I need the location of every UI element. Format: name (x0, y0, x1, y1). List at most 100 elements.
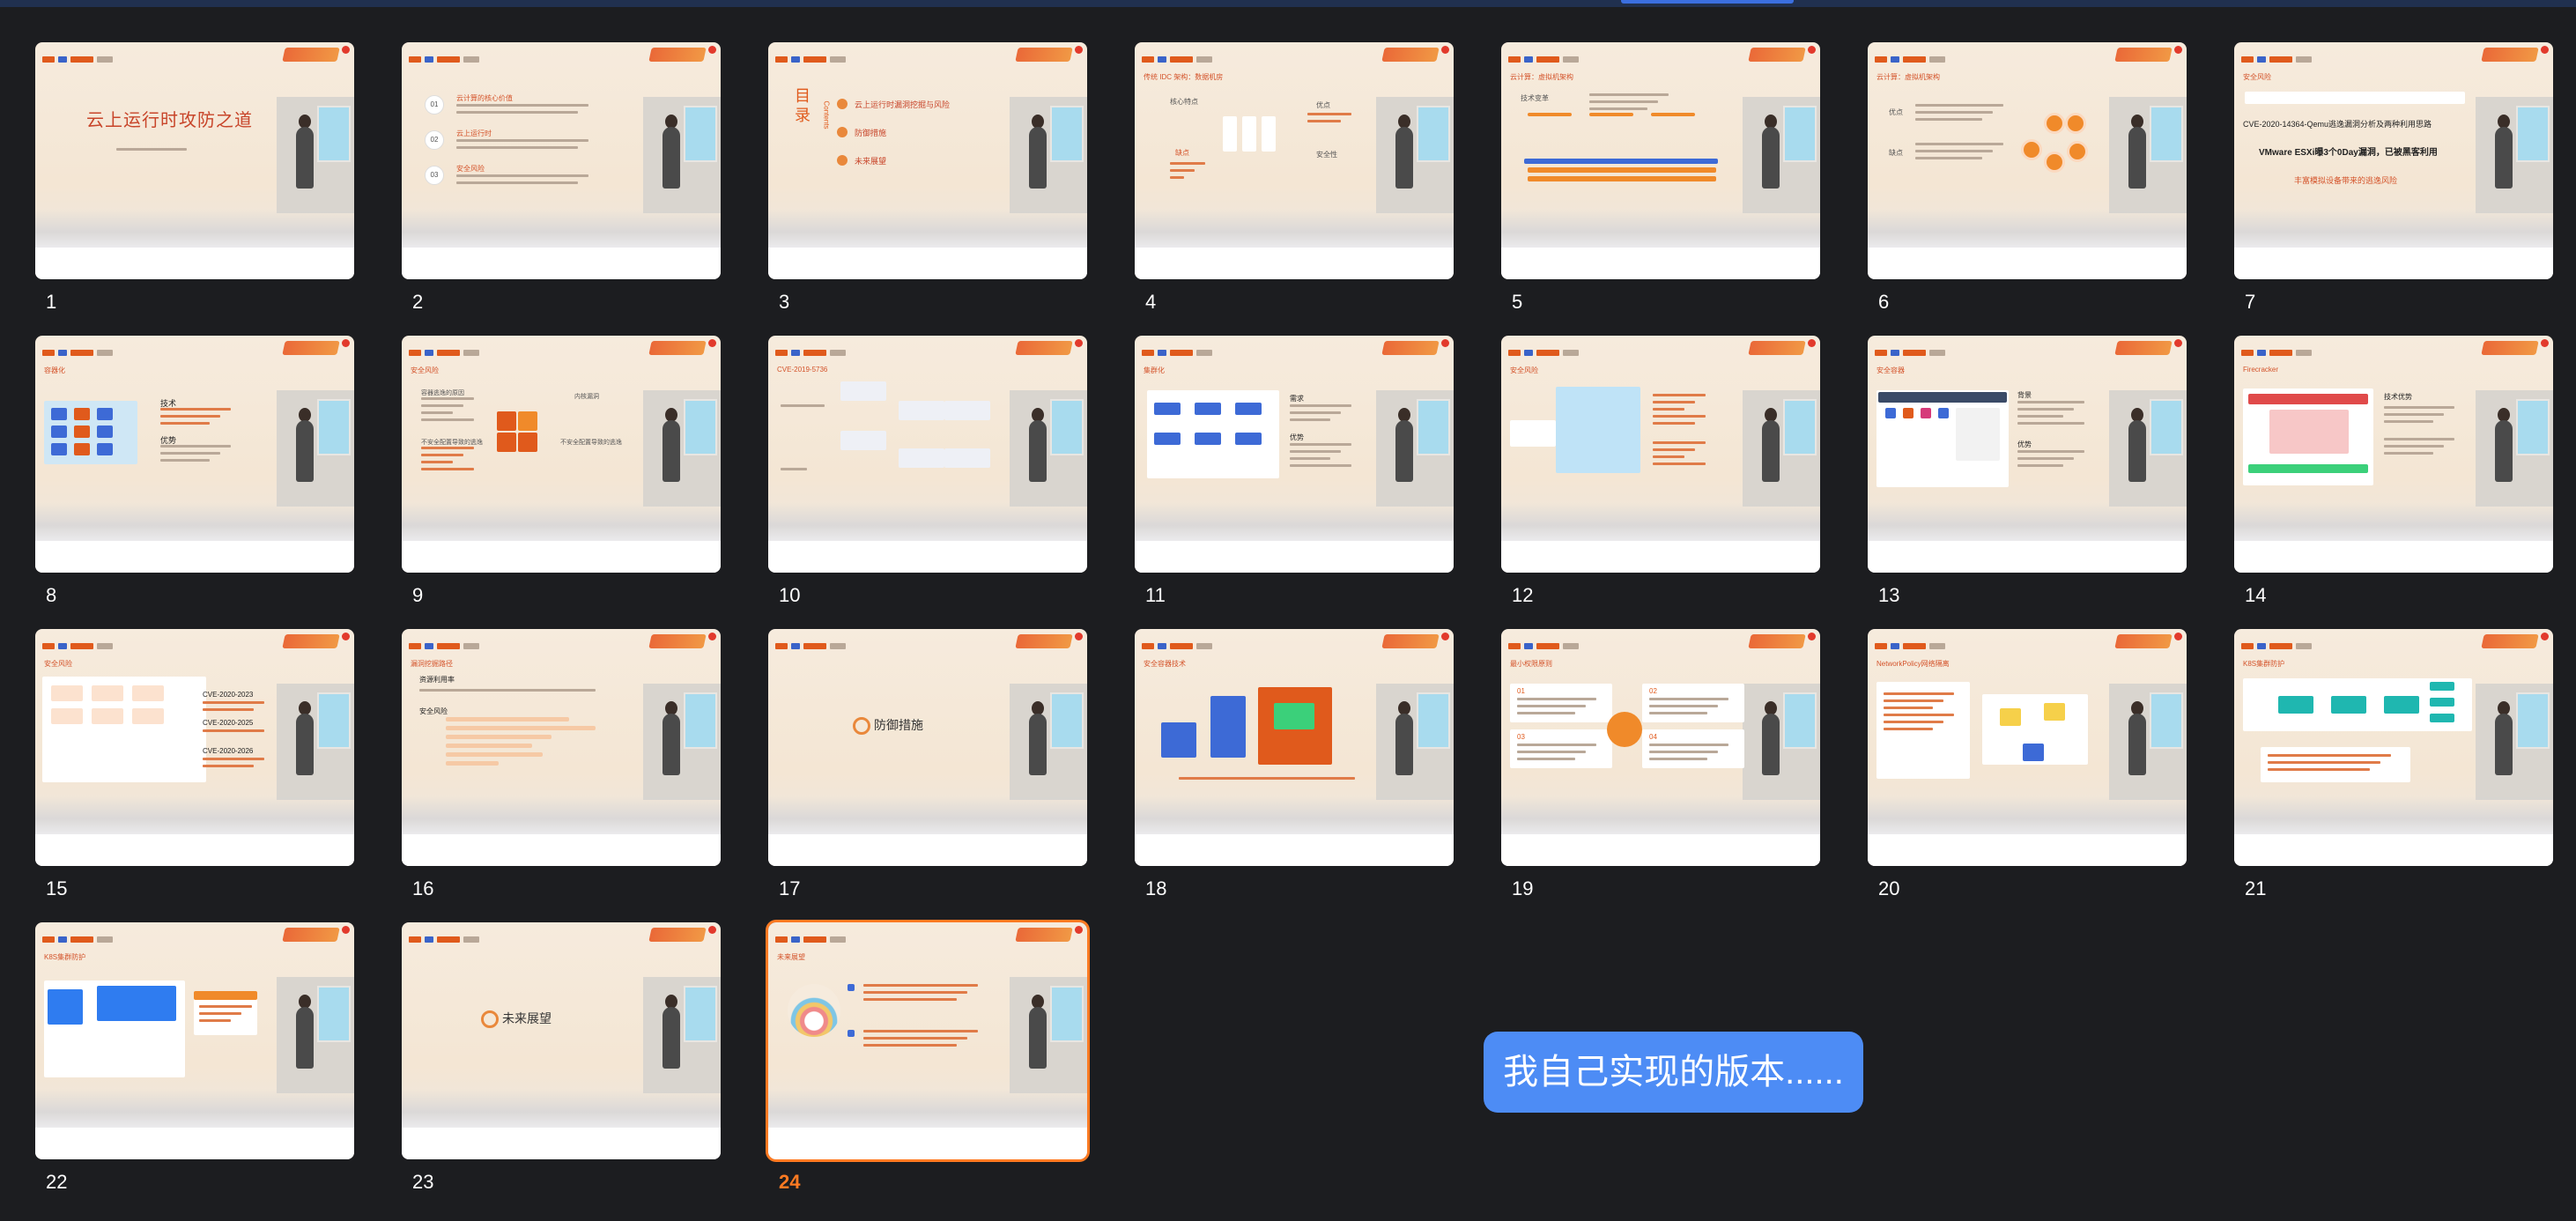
diagram-box (51, 408, 67, 420)
slide-thumbnail-15[interactable]: 安全风险 CVE-2020-2023 CVE-2020-2025 CVE-2020-2… (35, 629, 354, 866)
slide-thumbnail-21[interactable]: K8S集群防护 (2234, 629, 2553, 866)
slide-number[interactable]: 22 (46, 1171, 67, 1194)
slide-thumbnail-23[interactable]: 未来展望 (402, 922, 721, 1159)
slide-thumbnail-9[interactable]: 安全风险 容器逃逸的原因 不安全配置导致的逃逸 内核漏洞 不安全配置导致的逃逸 (402, 336, 721, 573)
slide-footer (768, 248, 1087, 279)
slide-number[interactable]: 17 (779, 877, 800, 900)
slide-thumbnail-18[interactable]: 安全容器技术 (1135, 629, 1454, 866)
slide-number[interactable]: 6 (1878, 291, 1889, 314)
slide-thumbnail-7[interactable]: 安全风险 CVE-2020-14364-Qemu逃逸漏洞分析及两种利用思路 VMwa… (2234, 42, 2553, 279)
slide-number[interactable]: 21 (2245, 877, 2266, 900)
slide-number[interactable]: 20 (1878, 877, 1899, 900)
slide-thumbnail-6[interactable]: 云计算：虚拟机架构 优点 缺点 (1868, 42, 2187, 279)
slide-thumbnail-12[interactable]: 安全风险 (1501, 336, 1820, 573)
brand-logo (648, 48, 707, 62)
text-line (1915, 143, 2003, 145)
slide-number[interactable]: 1 (46, 291, 56, 314)
window-frame (1417, 106, 1450, 162)
slide-footer (1135, 248, 1454, 279)
slide-thumbnail-24[interactable]: 未来展望 (768, 922, 1087, 1159)
slide-thumbnail-14[interactable]: Firecracker 技术优势 (2234, 336, 2553, 573)
speaker-figure (2128, 127, 2146, 189)
slide-thumbnail-1[interactable]: 云上运行时攻防之道 (35, 42, 354, 279)
gear-icon (2021, 139, 2042, 160)
slide-number[interactable]: 18 (1145, 877, 1166, 900)
slide-thumbnail-3[interactable]: 目录 Contents 云上运行时漏洞挖掘与风险 防御措施 未来展望 (768, 42, 1087, 279)
slide-number[interactable]: 23 (412, 1171, 433, 1194)
badge-dot (342, 46, 350, 54)
brand-logo (1015, 341, 1073, 355)
slide-number[interactable]: 16 (412, 877, 433, 900)
slide-number[interactable]: 13 (1878, 584, 1899, 607)
brand-logo (2481, 634, 2539, 648)
speaker-figure (663, 714, 680, 775)
slide-number[interactable]: 8 (46, 584, 56, 607)
slide-thumbnail-13[interactable]: 安全容器 背景 优势 (1868, 336, 2187, 573)
badge-dot (1808, 633, 1816, 640)
diagram-box (132, 708, 164, 724)
slide-thumbnail-4[interactable]: 传统 IDC 架构：数据机房 核心特点 优点 缺点 安全性 (1135, 42, 1454, 279)
slide-number[interactable]: 12 (1512, 584, 1533, 607)
text-line (1915, 118, 1982, 121)
slide-thumbnail-10[interactable]: CVE-2019-5736 (768, 336, 1087, 573)
slide-number[interactable]: 2 (412, 291, 423, 314)
slide-number[interactable]: 9 (412, 584, 423, 607)
slide-thumbnail-20[interactable]: NetworkPolicy网络隔离 (1868, 629, 2187, 866)
slide-thumbnail-19[interactable]: 最小权限原则 01 02 03 04 (1501, 629, 1820, 866)
slide-thumbnail-17[interactable]: 防御措施 (768, 629, 1087, 866)
text-line (1653, 408, 1684, 411)
text-line (421, 454, 463, 456)
slide-number[interactable]: 3 (779, 291, 789, 314)
diagram-box (944, 401, 990, 420)
diagram-box (48, 989, 83, 1025)
server-icon (1262, 116, 1276, 152)
badge-dot (708, 339, 716, 347)
chart-bar (446, 726, 596, 730)
diagram-box (840, 381, 886, 401)
label: 资源利用率 (419, 676, 455, 684)
speaker-figure (2495, 127, 2513, 189)
text-line (1290, 457, 1330, 460)
slide-thumbnail-8[interactable]: 容器化 技术 优势 (35, 336, 354, 573)
slide-number[interactable]: 15 (46, 877, 67, 900)
slide-number[interactable]: 11 (1145, 584, 1166, 607)
diagram-box (1235, 433, 1262, 445)
text-line (1915, 111, 1993, 114)
slide-thumbnail-22[interactable]: K8S集群防护 (35, 922, 354, 1159)
badge-dot (342, 926, 350, 934)
speaker-video (1010, 684, 1087, 800)
speaker-figure (1762, 420, 1780, 482)
text-line (1884, 692, 1954, 695)
slide-thumbnail-5[interactable]: 云计算：虚拟机架构 技术变革 (1501, 42, 1820, 279)
slide-number[interactable]: 19 (1512, 877, 1533, 900)
text-line (421, 411, 453, 414)
conference-logo (409, 931, 488, 943)
text-line (203, 708, 254, 711)
quadrant-box (518, 411, 537, 431)
brand-logo (1381, 341, 1440, 355)
badge-dot (1441, 339, 1449, 347)
card (1642, 729, 1744, 768)
window-frame (2516, 399, 2550, 455)
slide-number[interactable]: 4 (1145, 291, 1156, 314)
diagram-box (2384, 696, 2419, 714)
slide-title: 云计算：虚拟机架构 (1876, 73, 1940, 81)
bullet-icon (837, 155, 848, 166)
mountain-mist (402, 209, 721, 248)
slide-thumbnail-11[interactable]: 集群化 需求 优势 (1135, 336, 1454, 573)
text-line (203, 701, 264, 704)
slide-number[interactable]: 10 (779, 584, 800, 607)
slide-number[interactable]: 24 (779, 1171, 800, 1194)
slide-thumbnail-16[interactable]: 漏洞挖掘路径 资源利用率 安全风险 (402, 629, 721, 866)
text-line (160, 422, 210, 425)
slide-number[interactable]: 7 (2245, 291, 2255, 314)
slide-thumbnail-2[interactable]: 01 云计算的核心价值 02 云上运行时 03 安全风险 (402, 42, 721, 279)
slide-title: Firecracker (2243, 366, 2279, 374)
text-line (1170, 169, 1195, 172)
slide-number[interactable]: 5 (1512, 291, 1522, 314)
slide-footer (35, 248, 354, 279)
slide-number[interactable]: 14 (2245, 584, 2266, 607)
speaker-figure (2495, 714, 2513, 775)
text-line (1649, 698, 1728, 700)
section-title: 防御措施 (874, 718, 923, 732)
